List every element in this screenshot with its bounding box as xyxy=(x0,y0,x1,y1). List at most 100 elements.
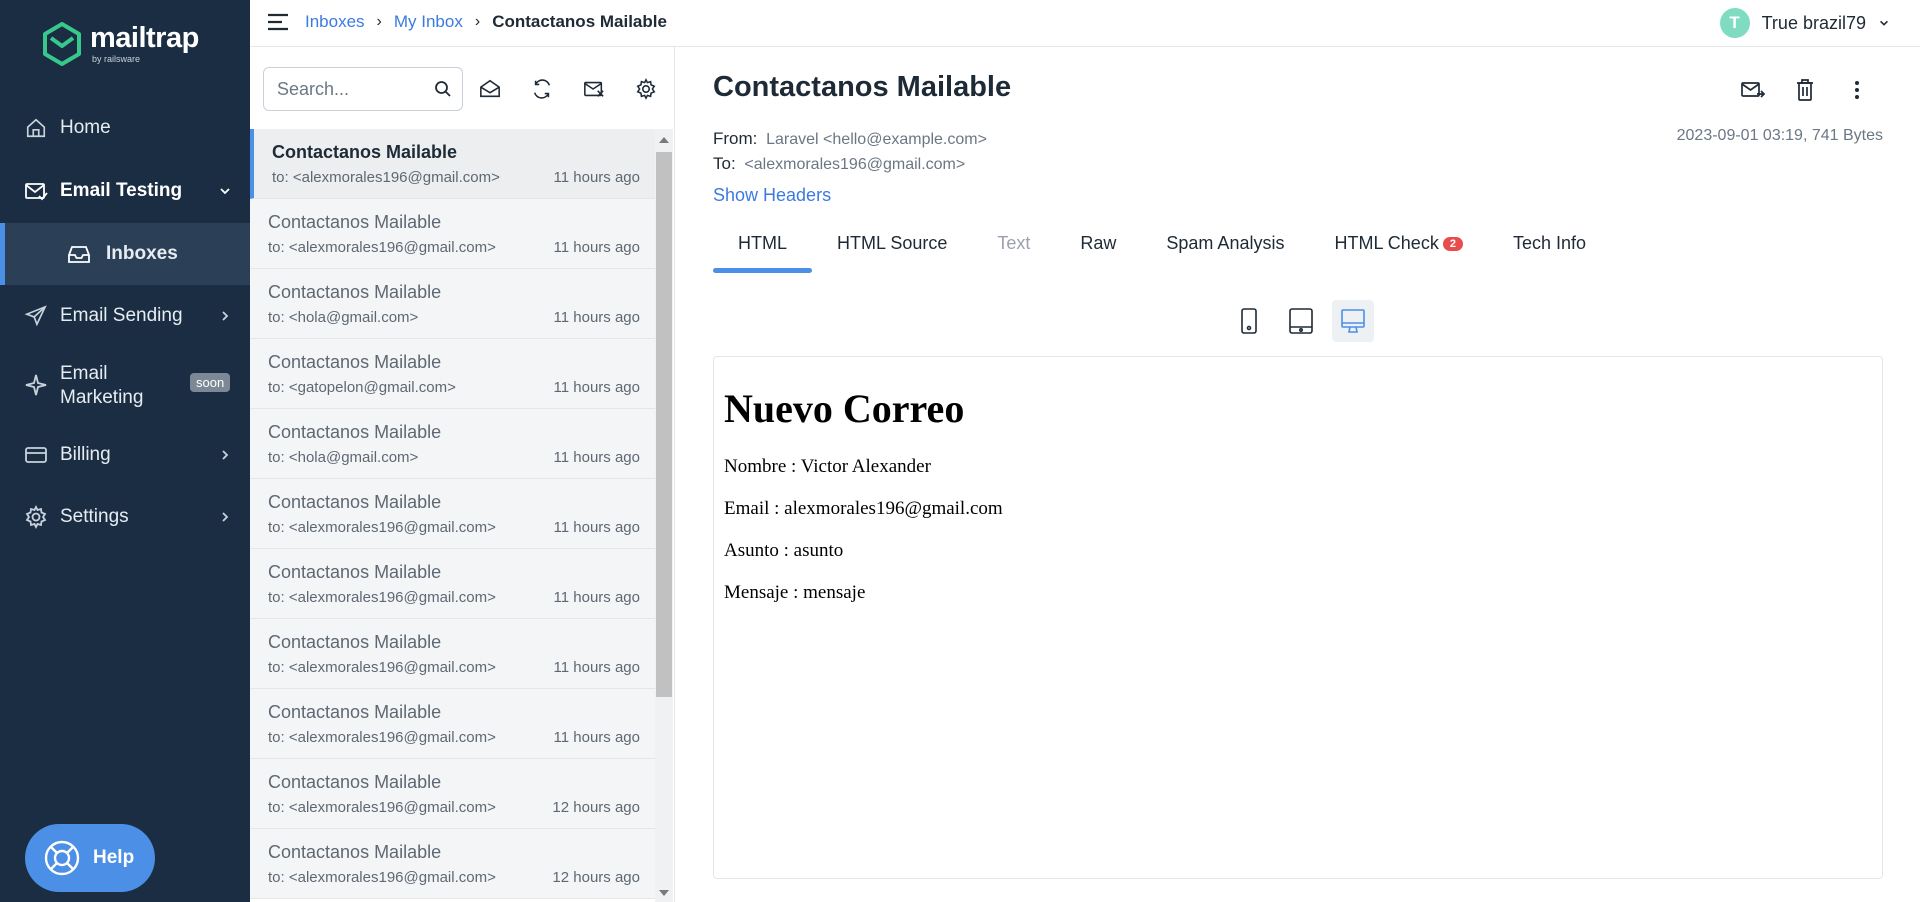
mailtrap-logo[interactable]: mailtrap by railsware xyxy=(42,20,199,68)
tab-text[interactable]: Text xyxy=(972,223,1055,273)
desktop-view-icon[interactable] xyxy=(1332,300,1374,342)
date-size: 2023-09-01 03:19, 741 Bytes xyxy=(1676,127,1883,144)
sidebar-item-billing[interactable]: Billing xyxy=(0,437,250,473)
mark-read-icon[interactable] xyxy=(477,76,503,102)
list-item[interactable]: Contactanos Mailable to: <alexmorales196… xyxy=(250,199,655,269)
message-subject: Contactanos Mailable xyxy=(268,422,442,442)
message-recipient: to: <alexmorales196@gmail.com> xyxy=(268,869,496,886)
to-row: To: <alexmorales196@gmail.com> xyxy=(713,152,987,177)
tab-tech-info[interactable]: Tech Info xyxy=(1488,223,1611,273)
search-icon[interactable] xyxy=(434,80,452,98)
sidebar-item-email-marketing[interactable]: Email Marketing soon xyxy=(0,360,250,410)
message-time: 11 hours ago xyxy=(553,449,640,466)
tab-label: HTML xyxy=(738,233,787,253)
chevron-down-icon xyxy=(220,188,230,195)
show-headers-link[interactable]: Show Headers xyxy=(713,185,831,206)
soon-badge: soon xyxy=(190,373,231,392)
clear-inbox-icon[interactable] xyxy=(581,76,607,102)
html-check-count-badge: 2 xyxy=(1442,237,1463,251)
tab-label: HTML Check xyxy=(1334,233,1439,253)
message-time: 11 hours ago xyxy=(553,729,640,746)
tab-html-check[interactable]: HTML Check 2 xyxy=(1309,223,1487,273)
help-label: Help xyxy=(93,847,135,868)
message-subject: Contactanos Mailable xyxy=(268,282,442,302)
message-subject: Contactanos Mailable xyxy=(268,562,442,582)
gear-icon xyxy=(24,505,48,529)
tab-label: Spam Analysis xyxy=(1166,233,1285,253)
message-time: 12 hours ago xyxy=(552,869,640,886)
tab-html-source[interactable]: HTML Source xyxy=(812,223,972,273)
tab-spam-analysis[interactable]: Spam Analysis xyxy=(1141,223,1309,273)
list-item[interactable]: Contactanos Mailable to: <alexmorales196… xyxy=(250,689,655,759)
list-item[interactable]: Contactanos Mailable to: <hola@gmail.com… xyxy=(250,269,655,339)
logo-subtitle: by railsware xyxy=(92,54,141,64)
message-time: 11 hours ago xyxy=(553,379,640,396)
tab-raw[interactable]: Raw xyxy=(1055,223,1141,273)
breadcrumb-my-inbox[interactable]: My Inbox xyxy=(394,12,463,32)
message-recipient: to: <alexmorales196@gmail.com> xyxy=(268,589,496,606)
breadcrumb-inboxes[interactable]: Inboxes xyxy=(305,12,365,32)
help-button[interactable]: Help xyxy=(25,824,155,892)
message-time: 11 hours ago xyxy=(553,519,640,536)
mobile-view-icon[interactable] xyxy=(1228,300,1270,342)
breadcrumb-current: Contactanos Mailable xyxy=(492,12,667,31)
sidebar-item-email-sending[interactable]: Email Sending xyxy=(0,298,250,334)
message-subject: Contactanos Mailable xyxy=(272,142,458,162)
search-box xyxy=(263,67,463,111)
search-input[interactable] xyxy=(277,78,427,100)
user-menu[interactable]: T True brazil79 xyxy=(1719,8,1890,38)
email-heading: Nuevo Correo xyxy=(724,386,965,431)
message-meta: From: Laravel <hello@example.com> To: <a… xyxy=(713,127,987,177)
message-subject: Contactanos Mailable xyxy=(268,632,442,652)
scroll-down-arrow-icon[interactable] xyxy=(659,890,669,896)
list-item[interactable]: Contactanos Mailable to: <alexmorales196… xyxy=(250,829,655,899)
logo-wordmark: mailtrap xyxy=(90,22,199,54)
forward-email-icon[interactable] xyxy=(1740,77,1766,103)
sparkle-icon xyxy=(24,373,48,397)
breadcrumb: Inboxes › My Inbox › Contactanos Mailabl… xyxy=(305,12,667,32)
sidebar-item-email-testing[interactable]: Email Testing xyxy=(0,173,250,209)
tablet-view-icon[interactable] xyxy=(1280,300,1322,342)
tab-label: Raw xyxy=(1080,233,1117,253)
refresh-icon[interactable] xyxy=(529,76,555,102)
more-options-icon[interactable] xyxy=(1844,77,1870,103)
sidebar-item-label: Billing xyxy=(60,444,111,465)
trash-icon[interactable] xyxy=(1792,77,1818,103)
sidebar-item-label: Email Sending xyxy=(60,305,183,326)
chevron-right-icon xyxy=(222,512,229,522)
message-recipient: to: <gatopelon@gmail.com> xyxy=(268,379,456,396)
sidebar-item-home[interactable]: Home xyxy=(0,110,250,146)
menu-toggle-icon[interactable] xyxy=(267,12,289,32)
message-time: 12 hours ago xyxy=(552,799,640,816)
lifebuoy-icon xyxy=(44,840,80,876)
sidebar-item-inboxes[interactable]: Inboxes xyxy=(0,223,250,285)
list-item[interactable]: Contactanos Mailable to: <gatopelon@gmai… xyxy=(250,339,655,409)
message-subject: Contactanos Mailable xyxy=(268,772,442,792)
message-list-panel: Contactanos Mailable to: <alexmorales196… xyxy=(250,47,675,902)
settings-gear-icon[interactable] xyxy=(633,76,659,102)
chevron-down-icon xyxy=(1880,20,1888,26)
breadcrumb-separator: › xyxy=(474,13,481,30)
message-list: Contactanos Mailable to: <alexmorales196… xyxy=(250,129,655,902)
sidebar-item-settings[interactable]: Settings xyxy=(0,499,250,535)
scroll-up-arrow-icon[interactable] xyxy=(659,137,669,143)
to-label: To: xyxy=(713,154,736,173)
card-icon xyxy=(24,443,48,467)
email-line-nombre: Nombre : Victor Alexander xyxy=(724,456,931,477)
list-item[interactable]: Contactanos Mailable to: <alexmorales196… xyxy=(250,619,655,689)
scrollbar-thumb[interactable] xyxy=(656,152,672,697)
message-subject: Contactanos Mailable xyxy=(268,702,442,722)
tab-label: Text xyxy=(997,233,1031,253)
tab-html[interactable]: HTML xyxy=(713,223,812,273)
list-item[interactable]: Contactanos Mailable to: <alexmorales196… xyxy=(250,549,655,619)
email-testing-icon xyxy=(24,179,48,203)
list-item[interactable]: Contactanos Mailable to: <hola@gmail.com… xyxy=(250,409,655,479)
message-subject: Contactanos Mailable xyxy=(268,842,442,862)
list-item[interactable]: Contactanos Mailable to: <alexmorales196… xyxy=(250,759,655,829)
sidebar-item-label: Settings xyxy=(60,506,129,527)
list-item[interactable]: Contactanos Mailable to: <alexmorales196… xyxy=(250,129,655,199)
list-item[interactable]: Contactanos Mailable to: <alexmorales196… xyxy=(250,479,655,549)
topbar: Inboxes › My Inbox › Contactanos Mailabl… xyxy=(250,0,1920,47)
user-name: True brazil79 xyxy=(1761,12,1866,33)
list-toolbar xyxy=(250,47,675,129)
